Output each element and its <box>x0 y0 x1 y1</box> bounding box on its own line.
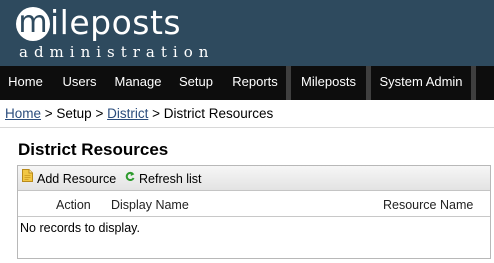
add-resource-button[interactable]: Add Resource <box>22 166 116 191</box>
breadcrumb-home-link[interactable]: Home <box>5 106 41 121</box>
column-header-action[interactable]: Action <box>56 191 91 217</box>
nav-separator <box>471 66 476 100</box>
grid-header-row: Action Display Name Resource Name <box>18 191 490 217</box>
breadcrumb-separator: > <box>41 106 57 121</box>
logo-letter: m <box>18 5 48 40</box>
breadcrumb-setup: Setup <box>56 106 92 121</box>
column-header-resource-name[interactable]: Resource Name <box>383 191 473 217</box>
nav-item-mileposts[interactable]: Mileposts <box>291 66 366 100</box>
nav-item-setup[interactable]: Setup <box>168 66 224 100</box>
add-resource-label: Add Resource <box>37 172 117 186</box>
nav-item-reports[interactable]: Reports <box>224 66 286 100</box>
resources-grid: Add Resource Refresh list Action Display… <box>17 165 491 259</box>
grid-toolbar: Add Resource Refresh list <box>18 166 490 191</box>
nav-item-home[interactable]: Home <box>0 66 51 100</box>
add-document-icon <box>22 165 33 192</box>
nav-item-system-admin[interactable]: System Admin <box>371 66 471 100</box>
breadcrumb: Home > Setup > District > District Resou… <box>5 105 273 125</box>
breadcrumb-current: District Resources <box>163 106 274 121</box>
breadcrumb-district-link[interactable]: District <box>107 106 148 121</box>
nav-item-manage[interactable]: Manage <box>108 66 168 100</box>
empty-grid-message: No records to display. <box>20 221 140 235</box>
breadcrumb-separator: > <box>91 106 108 121</box>
breadcrumb-divider <box>0 127 494 128</box>
breadcrumb-separator: > <box>148 106 164 121</box>
logo-text: ileposts <box>50 3 182 42</box>
refresh-icon <box>125 165 135 192</box>
page-title: District Resources <box>18 140 169 159</box>
nav-item-users[interactable]: Users <box>51 66 108 100</box>
logo-subtitle: administration <box>19 43 215 61</box>
refresh-list-label: Refresh list <box>139 172 202 186</box>
column-header-display-name[interactable]: Display Name <box>111 191 189 217</box>
refresh-list-button[interactable]: Refresh list <box>125 166 202 191</box>
